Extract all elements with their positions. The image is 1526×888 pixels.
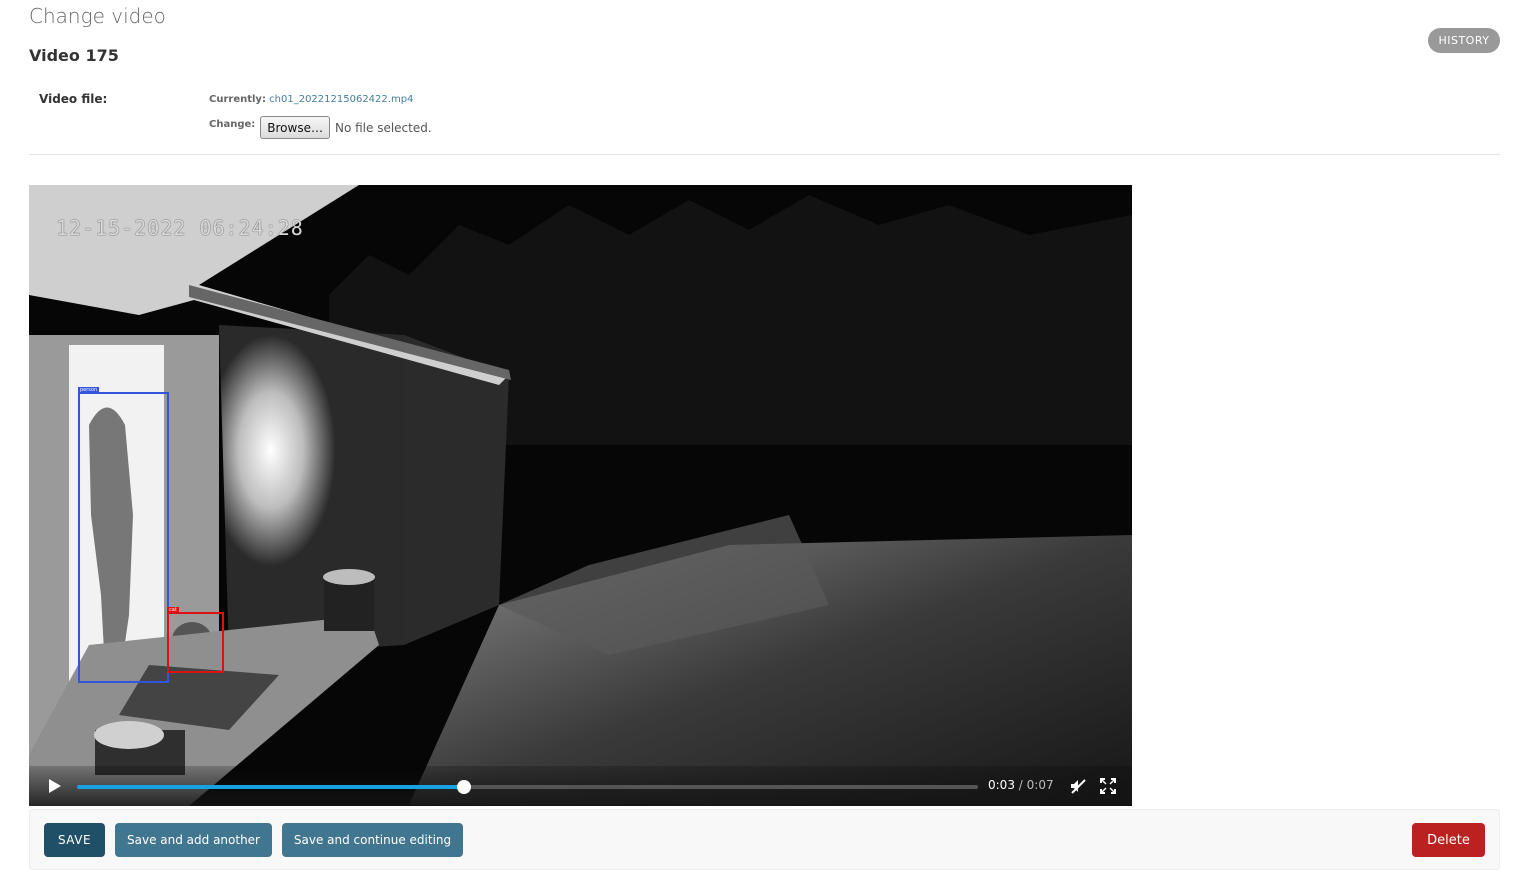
video-frame [29, 185, 1132, 806]
cat-detection-box: cat [167, 607, 224, 673]
video-file-label: Video file: [39, 92, 108, 106]
page-title: Change video [29, 4, 166, 28]
divider [29, 154, 1500, 155]
muted-speaker-icon[interactable] [1069, 777, 1087, 795]
time-display: 0:03 / 0:07 [988, 778, 1054, 792]
timestamp-overlay: 12-15-2022 06:24:28 [56, 216, 304, 240]
object-title: Video 175 [29, 46, 119, 65]
progress-bar[interactable] [77, 780, 978, 794]
no-file-text: No file selected. [334, 120, 432, 135]
save-button[interactable]: SAVE [44, 823, 105, 857]
submit-row: SAVE Save and add another Save and conti… [29, 809, 1500, 870]
video-controls: 0:03 / 0:07 [29, 766, 1132, 806]
currently-row: Currently: ch01_20221215062422.mp4 [209, 94, 413, 105]
change-row: Change: Browse… No file selected. [209, 116, 432, 139]
currently-label: Currently: [209, 94, 266, 105]
cat-detection-tag: cat [167, 607, 179, 613]
delete-button[interactable]: Delete [1412, 823, 1485, 857]
save-and-continue-button[interactable]: Save and continue editing [282, 823, 463, 857]
fullscreen-icon[interactable] [1099, 777, 1117, 795]
browse-button[interactable]: Browse… [260, 116, 330, 139]
time-separator: / [1018, 778, 1023, 792]
change-label: Change: [209, 119, 256, 130]
person-detection-tag: person [78, 387, 100, 393]
progress-fill [77, 785, 465, 789]
play-icon[interactable] [47, 778, 63, 794]
current-file-link[interactable]: ch01_20221215062422.mp4 [269, 94, 413, 105]
progress-thumb[interactable] [457, 780, 472, 794]
history-button[interactable]: HISTORY [1428, 28, 1500, 53]
person-detection-box: person [78, 387, 169, 683]
current-time: 0:03 [988, 778, 1015, 792]
video-player[interactable]: 12-15-2022 06:24:28 person cat 0:03 / 0:… [29, 185, 1132, 806]
save-and-add-another-button[interactable]: Save and add another [115, 823, 272, 857]
duration: 0:07 [1026, 778, 1054, 792]
